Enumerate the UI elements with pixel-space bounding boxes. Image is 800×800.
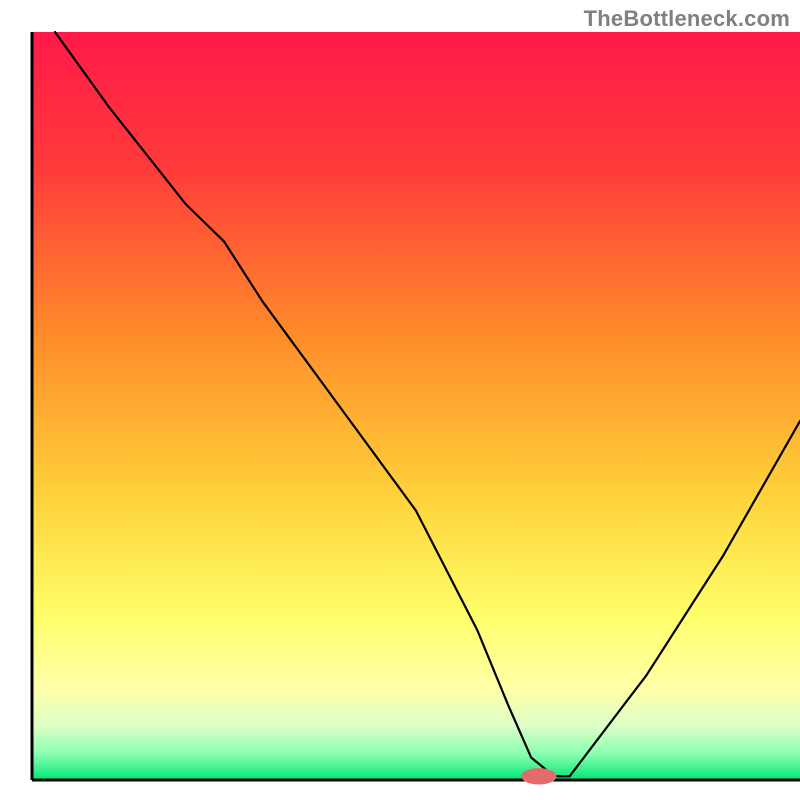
plot-background <box>32 32 800 780</box>
bottleneck-chart <box>0 0 800 800</box>
trough-marker <box>521 768 556 784</box>
chart-container: TheBottleneck.com <box>0 0 800 800</box>
watermark-text: TheBottleneck.com <box>584 6 790 32</box>
